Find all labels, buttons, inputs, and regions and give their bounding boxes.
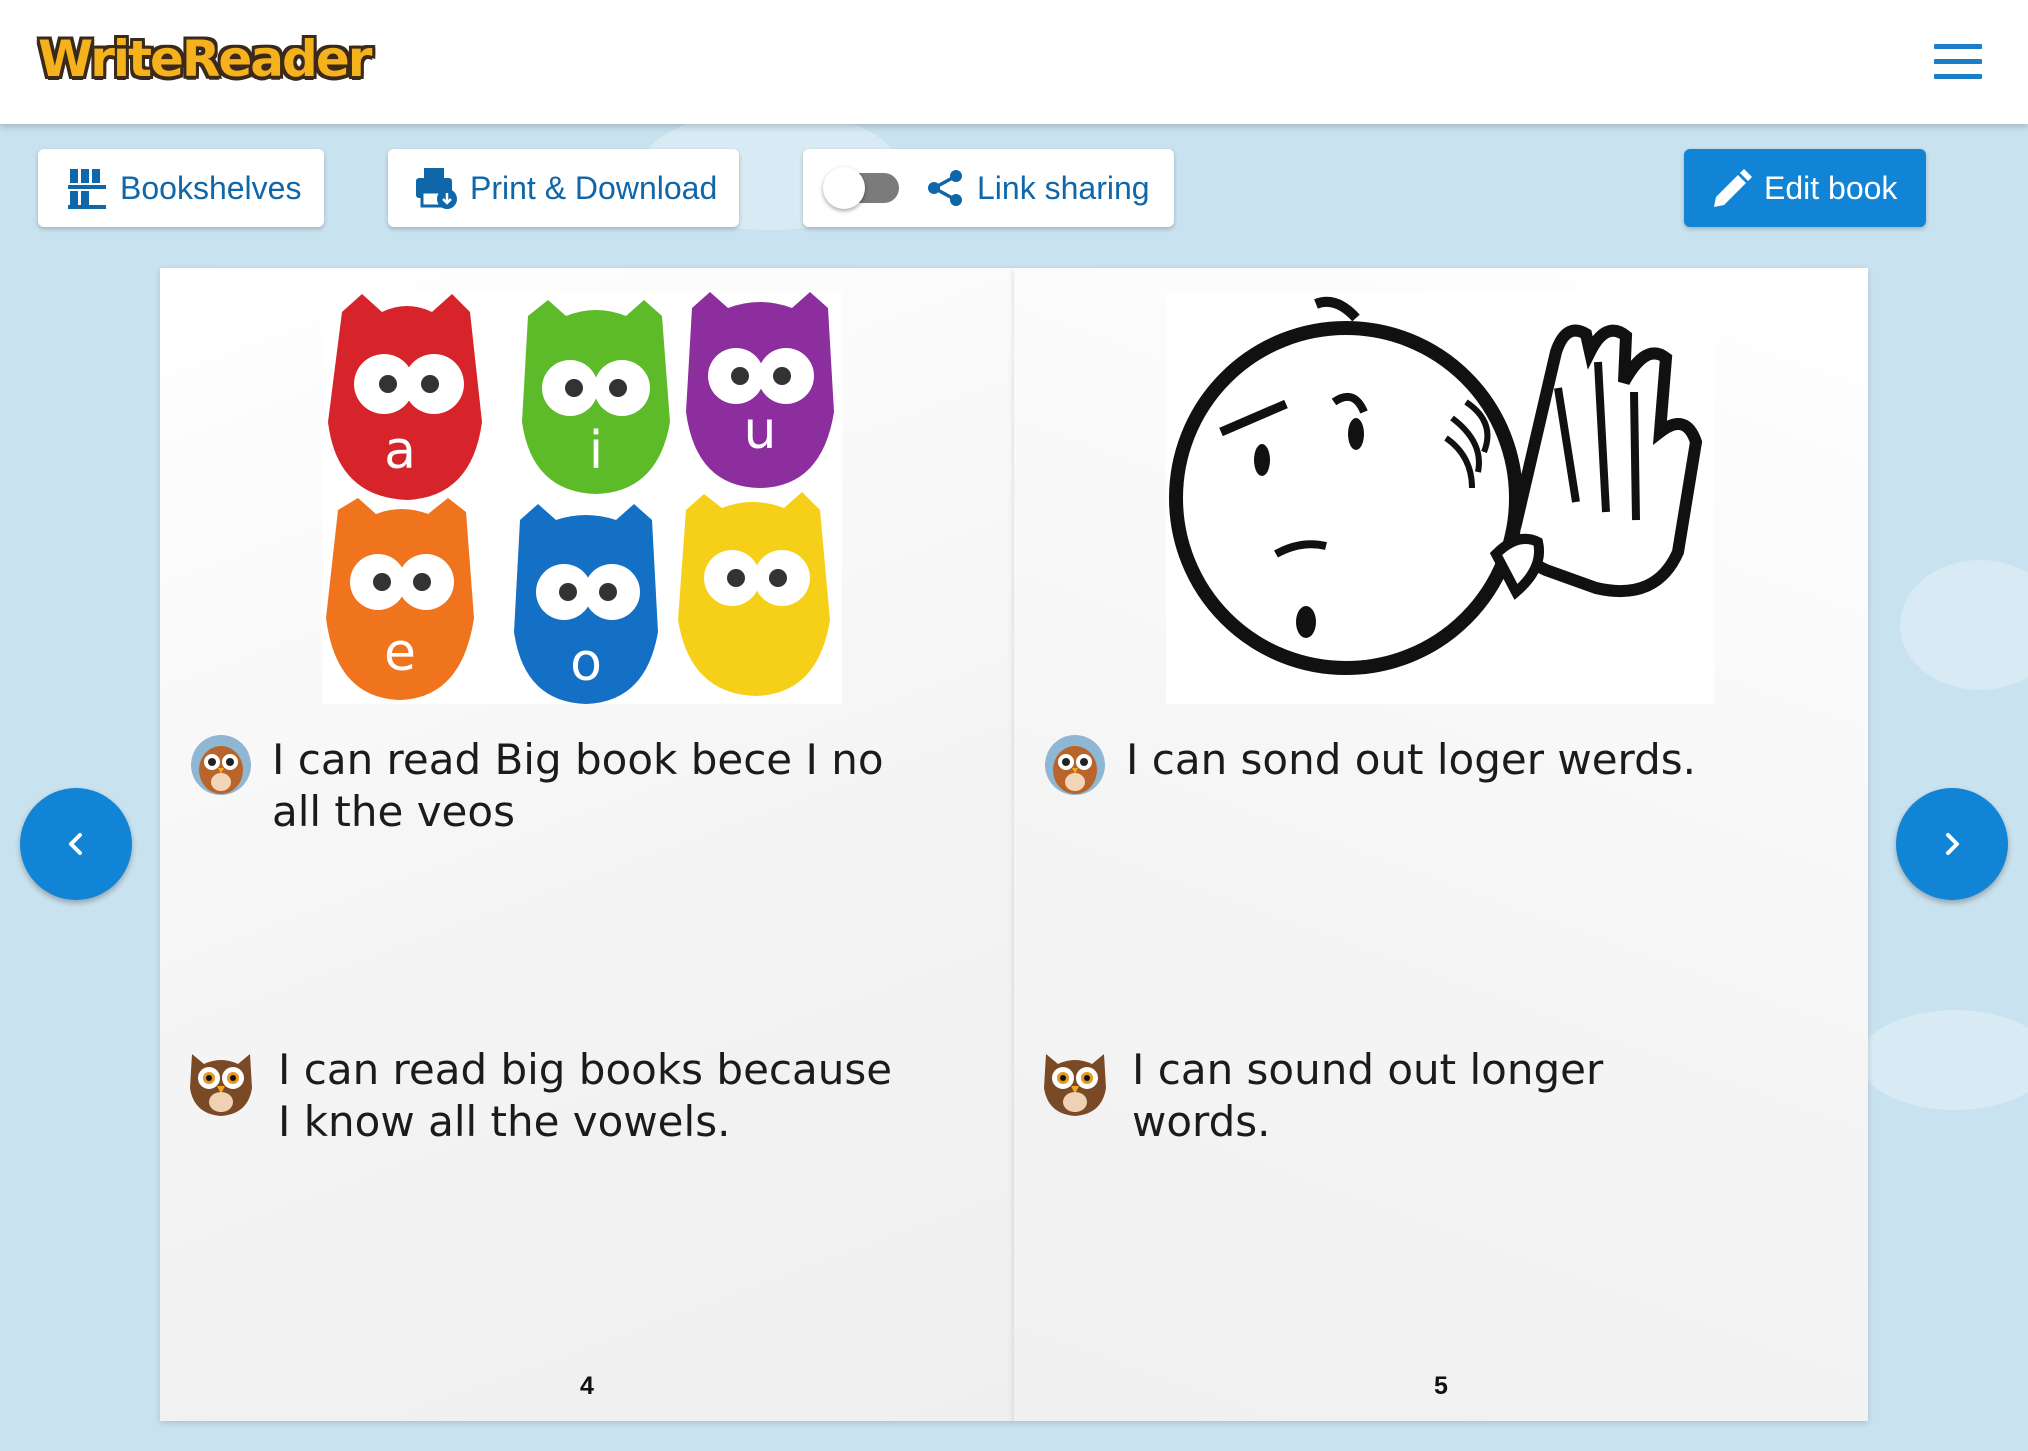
adult-text: I can sound out longer words.: [1132, 1045, 1604, 1146]
page-number: 5: [1434, 1372, 1448, 1400]
book-page-right: I can sond out loger werds. I can sound …: [1014, 268, 1868, 1421]
adult-text: I can read big books because I know all …: [278, 1045, 893, 1146]
pencil-icon: [1710, 167, 1752, 209]
bookshelves-icon: [66, 167, 108, 209]
child-owl-avatar-icon: [190, 734, 252, 801]
chevron-left-icon: [69, 833, 82, 855]
edit-book-label: Edit book: [1764, 169, 1898, 206]
background-cloud: [1900, 560, 2028, 690]
toggle-knob: [823, 167, 865, 209]
blue-owl-o: o: [514, 504, 658, 704]
bookshelves-label: Bookshelves: [120, 169, 302, 206]
listening-face-illustration: [1166, 292, 1714, 704]
previous-page-button[interactable]: [20, 788, 132, 900]
listening-face-image: [1169, 296, 1703, 675]
edit-book-button[interactable]: Edit book: [1684, 149, 1926, 227]
chevron-right-icon: [1946, 833, 1959, 855]
adult-owl-avatar-icon: [1038, 1044, 1112, 1123]
child-owl-avatar-icon: [1044, 734, 1106, 801]
writereader-logo[interactable]: WriteReader: [38, 30, 372, 88]
letter-a: a: [384, 421, 416, 481]
print-download-label: Print & Download: [470, 169, 718, 206]
orange-owl-e: e: [326, 498, 474, 700]
share-icon: [925, 168, 965, 208]
adult-text-row: I can sound out longer words.: [1038, 1044, 1752, 1148]
next-page-button[interactable]: [1896, 788, 2008, 900]
child-text: I can read Big book bece I no all the ve…: [272, 735, 884, 836]
adult-owl-avatar-icon: [184, 1044, 258, 1123]
print-download-button[interactable]: Print & Download: [388, 149, 739, 227]
owl-vowels-illustration: a i u e o: [322, 292, 842, 704]
child-text-row: I can read Big book bece I no all the ve…: [190, 734, 892, 838]
app-header: WriteReader: [0, 0, 2028, 124]
hamburger-menu-icon[interactable]: [1924, 40, 1994, 84]
letter-i: i: [589, 421, 603, 481]
letter-u: u: [744, 401, 777, 461]
letter-o: o: [570, 633, 602, 693]
link-sharing-toggle[interactable]: [823, 167, 899, 209]
purple-owl-u: u: [686, 292, 834, 488]
background-cloud: [1860, 1010, 2028, 1110]
red-owl-a: a: [328, 294, 482, 500]
owl-cups-image: a i u e o: [326, 292, 834, 704]
yellow-owl: [678, 492, 830, 696]
page-number: 4: [580, 1372, 594, 1400]
green-owl-i: i: [522, 300, 670, 494]
child-text: I can sond out loger werds.: [1126, 735, 1696, 784]
link-sharing-control[interactable]: Link sharing: [803, 149, 1174, 227]
child-text-row: I can sond out loger werds.: [1044, 734, 1746, 801]
book-page-left: a i u e o I can read Big book bece I no …: [160, 268, 1014, 1421]
adult-text-row: I can read big books because I know all …: [184, 1044, 898, 1148]
link-sharing-label: Link sharing: [977, 169, 1150, 206]
bookshelves-button[interactable]: Bookshelves: [38, 149, 324, 227]
letter-e: e: [384, 623, 416, 683]
print-download-icon: [414, 166, 458, 210]
